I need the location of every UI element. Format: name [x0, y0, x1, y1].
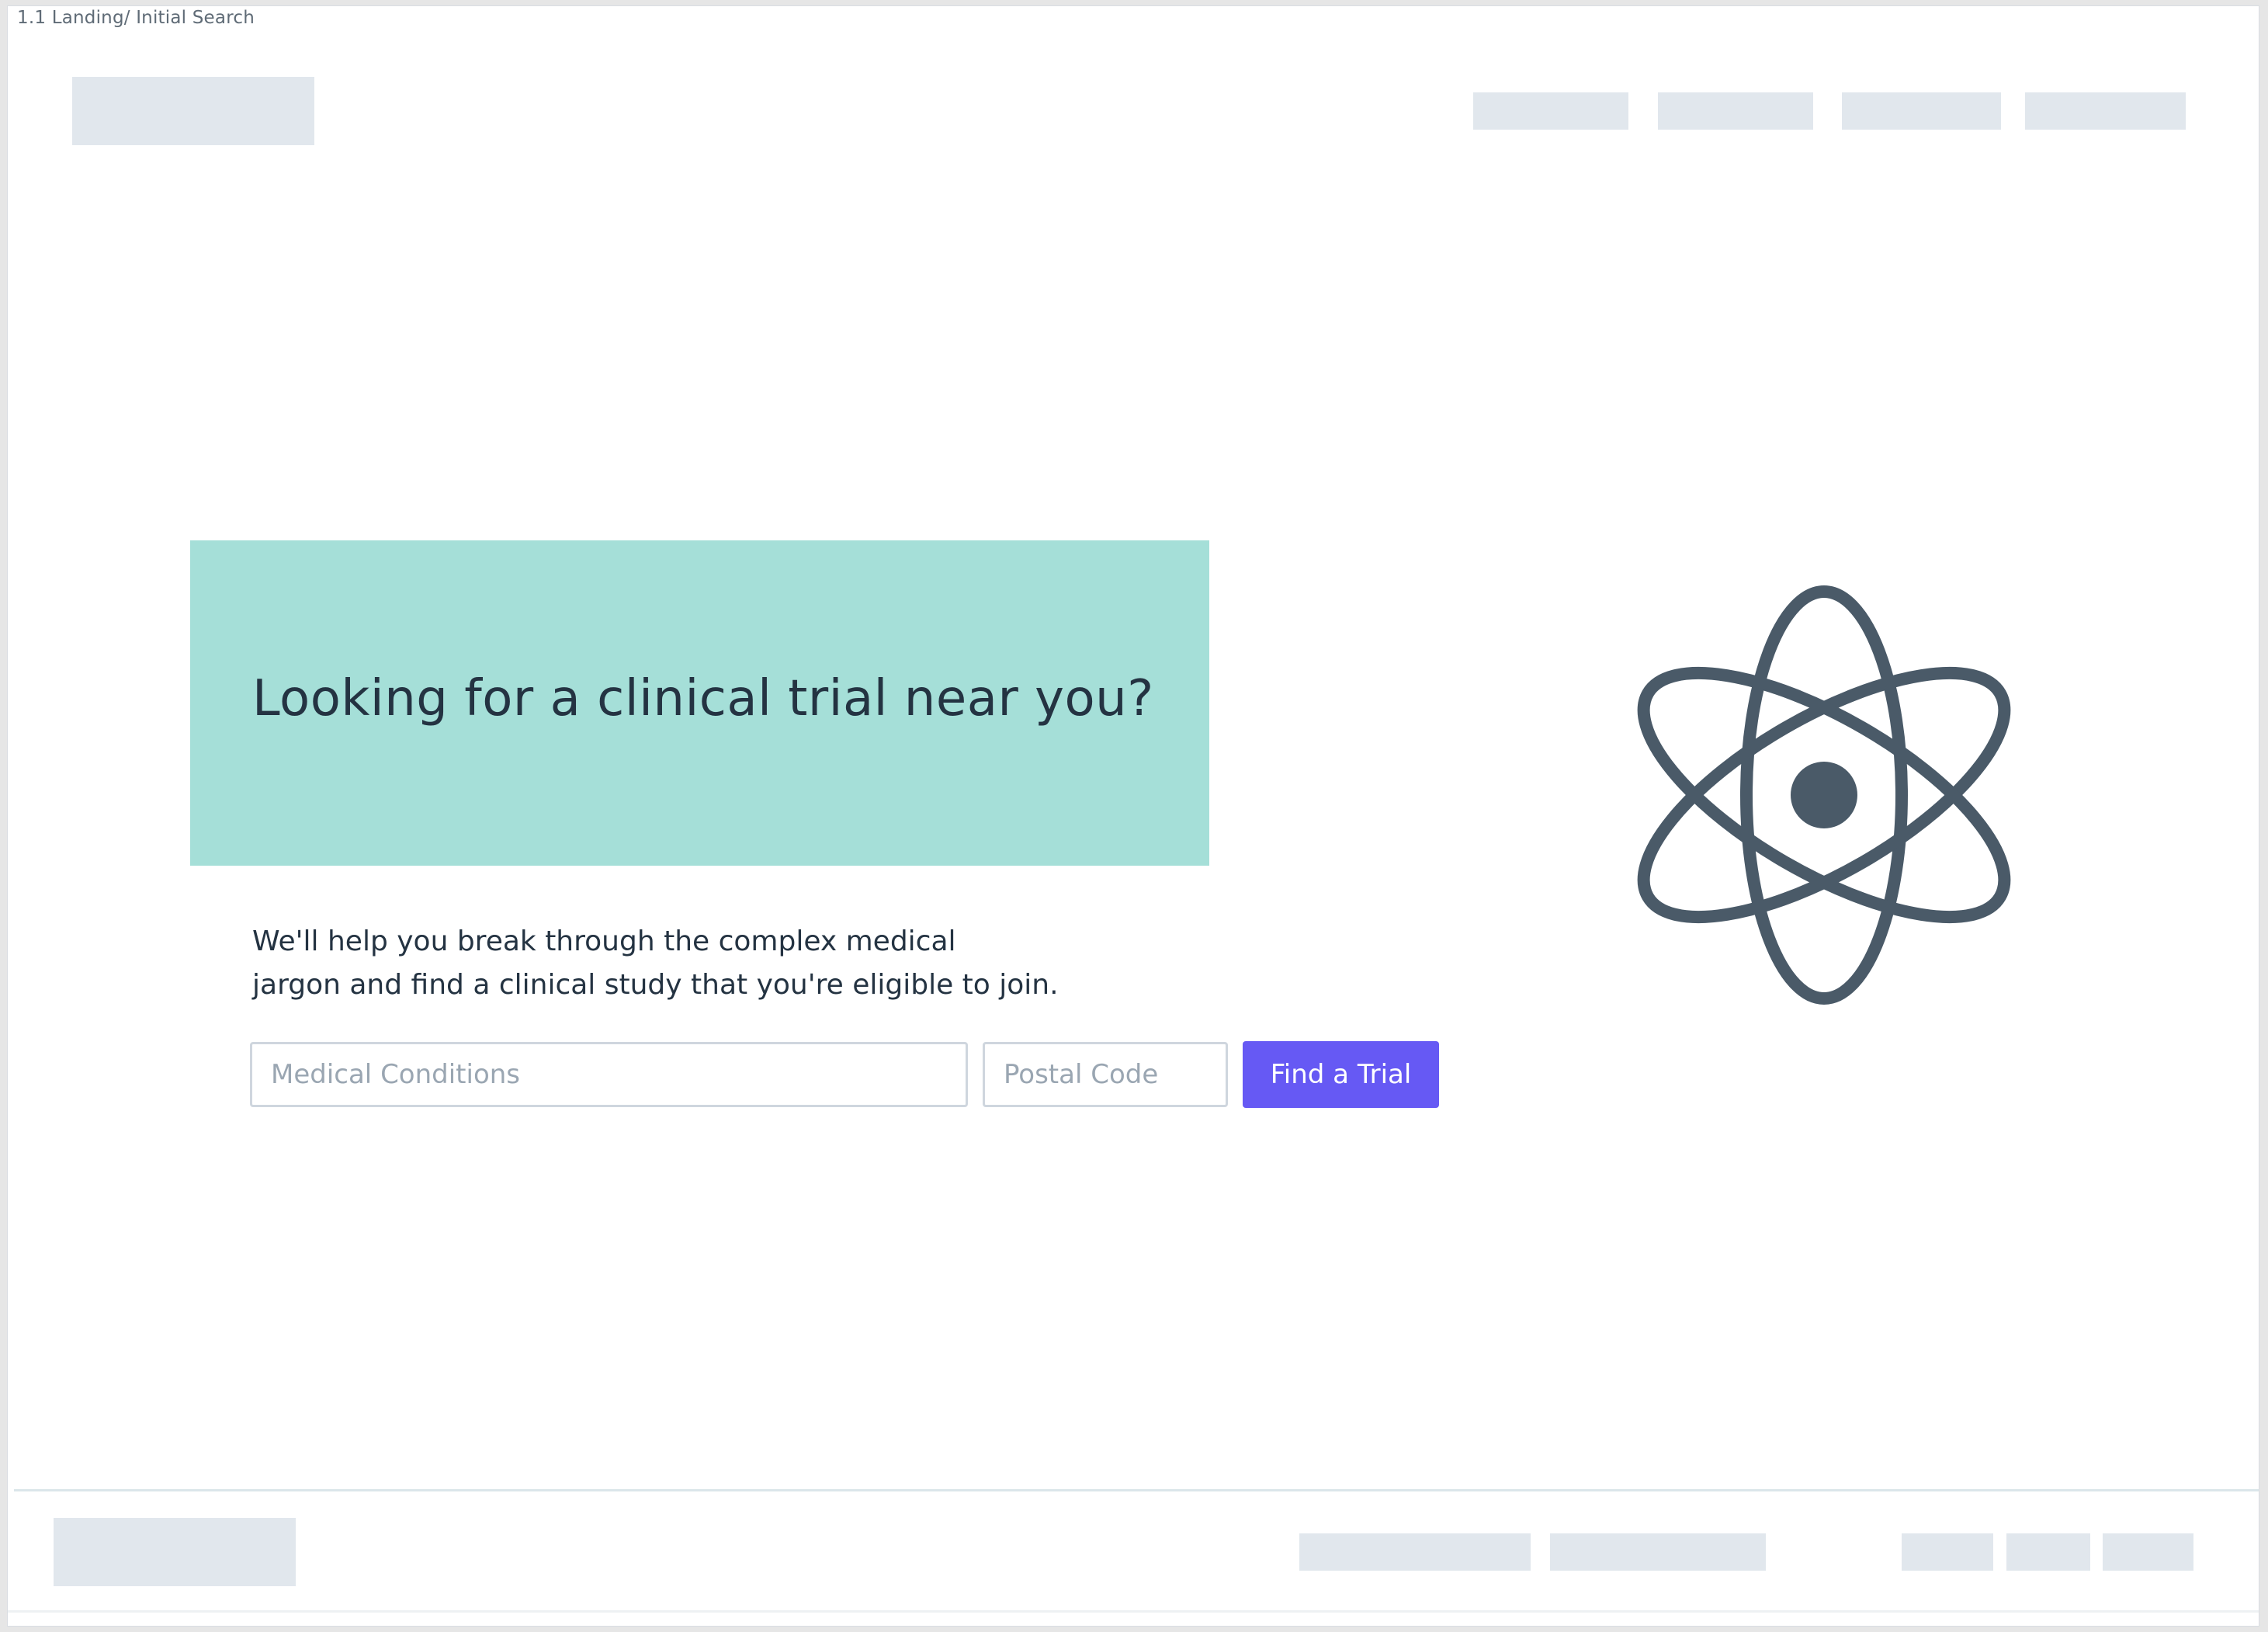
footer-link-placeholder-1[interactable] — [1299, 1533, 1531, 1571]
footer-link-placeholder-4[interactable] — [2006, 1533, 2090, 1571]
footer-link-placeholder-3[interactable] — [1902, 1533, 1993, 1571]
hero-banner: Looking for a clinical trial near you? — [190, 540, 1209, 866]
hero-subtitle: We'll help you break through the complex… — [252, 920, 1106, 1007]
footer-link-placeholder-5[interactable] — [2103, 1533, 2193, 1571]
postal-code-input[interactable] — [983, 1042, 1228, 1107]
nav-link-placeholder-1[interactable] — [1473, 92, 1628, 130]
nav-link-placeholder-3[interactable] — [1842, 92, 2001, 130]
footer-link-placeholder-2[interactable] — [1550, 1533, 1766, 1571]
footer-logo-placeholder[interactable] — [54, 1518, 296, 1586]
medical-conditions-input[interactable] — [250, 1042, 968, 1107]
hero-subtitle-line-2: jargon and find a clinical study that yo… — [252, 969, 1059, 1001]
hero-subtitle-line-1: We'll help you break through the complex… — [252, 925, 956, 957]
artboard-label: 1.1 Landing/ Initial Search — [17, 8, 255, 28]
nav-link-placeholder-2[interactable] — [1658, 92, 1813, 130]
artboard-frame: 1.1 Landing/ Initial Search Looking for … — [8, 6, 2259, 1626]
atom-icon — [1637, 585, 2011, 1005]
footer-bottom-edge — [8, 1610, 2259, 1613]
footer-divider — [14, 1489, 2259, 1491]
hero-title: Looking for a clinical trial near you? — [252, 670, 1154, 727]
find-trial-button[interactable]: Find a Trial — [1243, 1041, 1439, 1108]
nav-link-placeholder-4[interactable] — [2025, 92, 2186, 130]
logo-placeholder[interactable] — [72, 77, 314, 145]
